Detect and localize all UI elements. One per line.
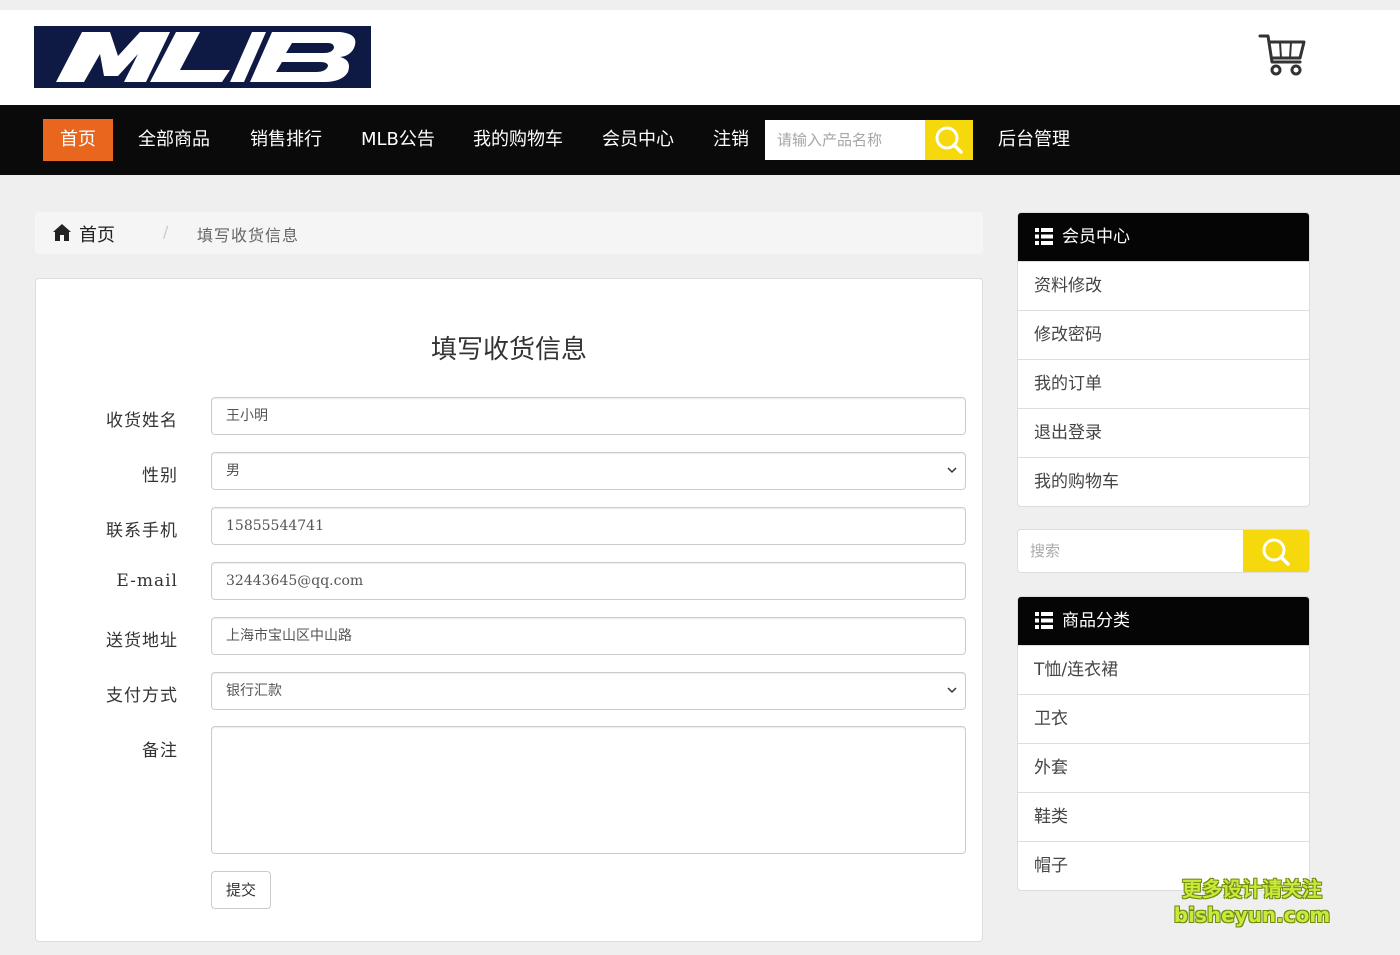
nav-item-my-cart[interactable]: 我的购物车 xyxy=(473,119,563,161)
label-mobile: 联系手机 xyxy=(106,521,178,541)
gender-select[interactable]: 男 xyxy=(211,452,966,490)
nav-item-home[interactable]: 首页 xyxy=(43,119,113,161)
home-icon xyxy=(53,224,71,241)
nav-item-logout[interactable]: 注销 xyxy=(713,119,749,161)
nav-item-all-products[interactable]: 全部商品 xyxy=(138,119,210,161)
top-strip xyxy=(0,0,1400,10)
list-icon xyxy=(1035,228,1053,245)
nav-search-input[interactable] xyxy=(765,120,925,160)
categories-title: 商品分类 xyxy=(1062,611,1130,631)
shipping-form-panel: 填写收货信息 收货姓名 王小明 性别 男 联系手机 15855544741 E-… xyxy=(35,278,983,942)
watermark-line1: 更多设计请关注 xyxy=(1182,877,1322,901)
category-item-tshirt-dress[interactable]: T恤/连衣裙 xyxy=(1018,645,1309,694)
nav-item-announcements[interactable]: MLB公告 xyxy=(361,119,435,161)
label-gender: 性别 xyxy=(142,466,178,486)
main-nav: 首页 全部商品 销售排行 MLB公告 我的购物车 会员中心 注销 后台管理 xyxy=(0,105,1400,175)
sidebar-search-input[interactable] xyxy=(1018,530,1243,572)
chevron-down-icon xyxy=(947,687,957,694)
notes-textarea[interactable] xyxy=(211,726,966,854)
submit-button[interactable]: 提交 xyxy=(211,871,271,909)
sidebar-item-change-password[interactable]: 修改密码 xyxy=(1018,310,1309,359)
mlb-logo[interactable] xyxy=(34,26,371,88)
watermark-line2: bisheyun.com xyxy=(1173,903,1331,927)
member-center-title: 会员中心 xyxy=(1062,227,1130,247)
sidebar-item-my-orders[interactable]: 我的订单 xyxy=(1018,359,1309,408)
search-icon xyxy=(1262,538,1290,566)
sidebar-item-my-cart[interactable]: 我的购物车 xyxy=(1018,457,1309,506)
sidebar-item-logout[interactable]: 退出登录 xyxy=(1018,408,1309,457)
label-notes: 备注 xyxy=(142,741,178,761)
label-recipient-name: 收货姓名 xyxy=(106,411,178,431)
category-item-hoodie[interactable]: 卫衣 xyxy=(1018,694,1309,743)
shopping-cart-icon[interactable] xyxy=(1256,32,1308,78)
gender-select-value: 男 xyxy=(226,463,240,479)
label-email: E-mail xyxy=(116,571,178,591)
categories-header: 商品分类 xyxy=(1018,597,1309,645)
header xyxy=(0,10,1400,105)
form-title: 填写收货信息 xyxy=(430,335,587,365)
sidebar-search xyxy=(1017,529,1310,573)
list-icon xyxy=(1035,612,1053,629)
breadcrumb: 首页 / 填写收货信息 xyxy=(35,212,983,254)
nav-item-admin[interactable]: 后台管理 xyxy=(998,119,1070,161)
label-payment-method: 支付方式 xyxy=(106,686,178,706)
sidebar-item-edit-profile[interactable]: 资料修改 xyxy=(1018,261,1309,310)
label-address: 送货地址 xyxy=(106,631,178,651)
chevron-down-icon xyxy=(947,467,957,474)
payment-method-select[interactable]: 银行汇款 xyxy=(211,672,966,710)
category-item-shoes[interactable]: 鞋类 xyxy=(1018,792,1309,841)
recipient-name-input[interactable]: 王小明 xyxy=(211,397,966,435)
categories-box: 商品分类 T恤/连衣裙 卫衣 外套 鞋类 帽子 xyxy=(1017,596,1310,891)
search-icon xyxy=(935,126,963,154)
breadcrumb-current: 填写收货信息 xyxy=(197,226,300,245)
mobile-input[interactable]: 15855544741 xyxy=(211,507,966,545)
nav-item-member-center[interactable]: 会员中心 xyxy=(602,119,674,161)
payment-method-value: 银行汇款 xyxy=(226,683,282,699)
category-item-jacket[interactable]: 外套 xyxy=(1018,743,1309,792)
nav-search-button[interactable] xyxy=(925,120,973,160)
address-input[interactable]: 上海市宝山区中山路 xyxy=(211,617,966,655)
breadcrumb-home-link[interactable]: 首页 xyxy=(79,221,115,247)
email-input[interactable]: 32443645@qq.com xyxy=(211,562,966,600)
watermark: 更多设计请关注 bisheyun.com xyxy=(1172,876,1332,928)
breadcrumb-separator: / xyxy=(163,222,169,241)
member-center-header: 会员中心 xyxy=(1018,213,1309,261)
nav-item-sales-ranking[interactable]: 销售排行 xyxy=(250,119,322,161)
member-center-box: 会员中心 资料修改 修改密码 我的订单 退出登录 我的购物车 xyxy=(1017,212,1310,507)
sidebar-search-button[interactable] xyxy=(1243,530,1309,572)
